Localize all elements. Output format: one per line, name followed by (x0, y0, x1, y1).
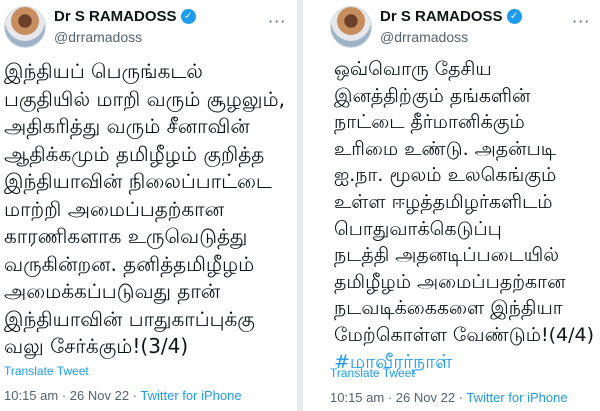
tweet-text-line: இந்தியாவின் பாதுகாப்புக்கு (4, 306, 255, 331)
tweet-source-link[interactable]: Twitter for iPhone (466, 390, 567, 405)
more-options-icon[interactable]: ··· (572, 12, 590, 31)
tweet-text: ஒவ்வொரு தேசிய இனத்திற்கும் தங்களின் நாட்… (334, 56, 596, 375)
tweet-time[interactable]: 10:15 am (4, 388, 58, 403)
tweet-text-line: நடத்தி அதனடிப்படையில் (334, 244, 559, 267)
verified-badge-icon: ✓ (180, 9, 196, 24)
tweet-text-line: இந்தியப் பெருங்கடல் (4, 59, 203, 83)
author-row: Dr S RAMADOSS ✓ (380, 8, 522, 25)
verified-badge-icon: ✓ (506, 9, 522, 24)
tweet-text-line: ஒவ்வொரு தேசிய (334, 58, 492, 80)
tweet-text-line: நாட்டை தீர்மானிக்கும் (334, 111, 525, 134)
tweet-text-line: ஆதிக்கமும் தமிழீழம் குறித்த (4, 141, 265, 166)
tweet-source-link[interactable]: Twitter for iPhone (140, 388, 241, 403)
tweet-time[interactable]: 10:15 am (330, 390, 384, 405)
tweet-text-line: மாற்றி அமைப்பதற்கான (4, 196, 225, 221)
translate-tweet-link[interactable]: Translate Tweet (330, 366, 415, 380)
tweet-card-3-of-4: Dr S RAMADOSS ✓ @drramadoss ··· இந்தியப்… (0, 0, 296, 411)
author-name[interactable]: Dr S RAMADOSS (54, 8, 177, 25)
tweet-text-line: நடவடிக்கைகளை இந்தியா (334, 297, 563, 320)
more-options-icon[interactable]: ··· (268, 12, 286, 31)
tweet-text-line: இனத்திற்கும் தங்களின் (334, 84, 531, 107)
tweet-text-line: பகுதியில் மாறி வரும் சூழலும், (4, 86, 285, 111)
tweet-text-line: உள்ள ஈழத்தமிழர்களிடம் (334, 190, 553, 213)
tweet-date[interactable]: 26 Nov 22 (396, 390, 455, 405)
tweet-text-line: தமிழீழம் அமைப்பதற்கான (334, 270, 566, 293)
translate-tweet-link[interactable]: Translate Tweet (4, 364, 89, 378)
author-handle[interactable]: @drramadoss (54, 29, 142, 45)
tweet-date[interactable]: 26 Nov 22 (70, 388, 129, 403)
tweet-meta: 10:15 am · 26 Nov 22 · Twitter for iPhon… (4, 388, 242, 403)
tweet-text-line: அமைக்கப்படுவது தான் (4, 279, 221, 303)
author-name[interactable]: Dr S RAMADOSS (380, 8, 503, 25)
author-row: Dr S RAMADOSS ✓ (54, 8, 196, 25)
tweet-text-line: ஐ.நா. மூலம் உலகெங்கும் (334, 164, 557, 187)
tweet-text: இந்தியப் பெருங்கடல் பகுதியில் மாறி வரும்… (4, 58, 292, 361)
avatar[interactable] (4, 6, 46, 48)
tweet-text-line: இந்தியாவின் நிலைப்பாட்டை (4, 169, 272, 193)
tweet-meta: 10:15 am · 26 Nov 22 · Twitter for iPhon… (330, 390, 568, 405)
tweet-text-line: மேற்கொள்ள வேண்டும்!(4/4) (334, 323, 595, 346)
tweet-text-line: வலு சேர்க்கும்!(3/4) (4, 334, 189, 358)
tweet-text-line: உரிமை உண்டு. அதன்படி (334, 137, 556, 160)
author-handle[interactable]: @drramadoss (380, 29, 468, 45)
panel-divider (297, 0, 303, 411)
avatar[interactable] (330, 6, 372, 48)
tweet-text-line: அதிகரித்து வரும் சீனாவின் (4, 114, 250, 138)
tweet-text-line: வருகின்றன. தனித்தமிழீழம் (4, 251, 255, 276)
tweet-card-4-of-4: Dr S RAMADOSS ✓ @drramadoss ··· ஒவ்வொரு … (304, 0, 600, 411)
tweet-text-line: காரணிகளாக உருவெடுத்து (4, 224, 248, 248)
tweet-text-line: பொதுவாக்கெடுப்பு (334, 217, 502, 240)
